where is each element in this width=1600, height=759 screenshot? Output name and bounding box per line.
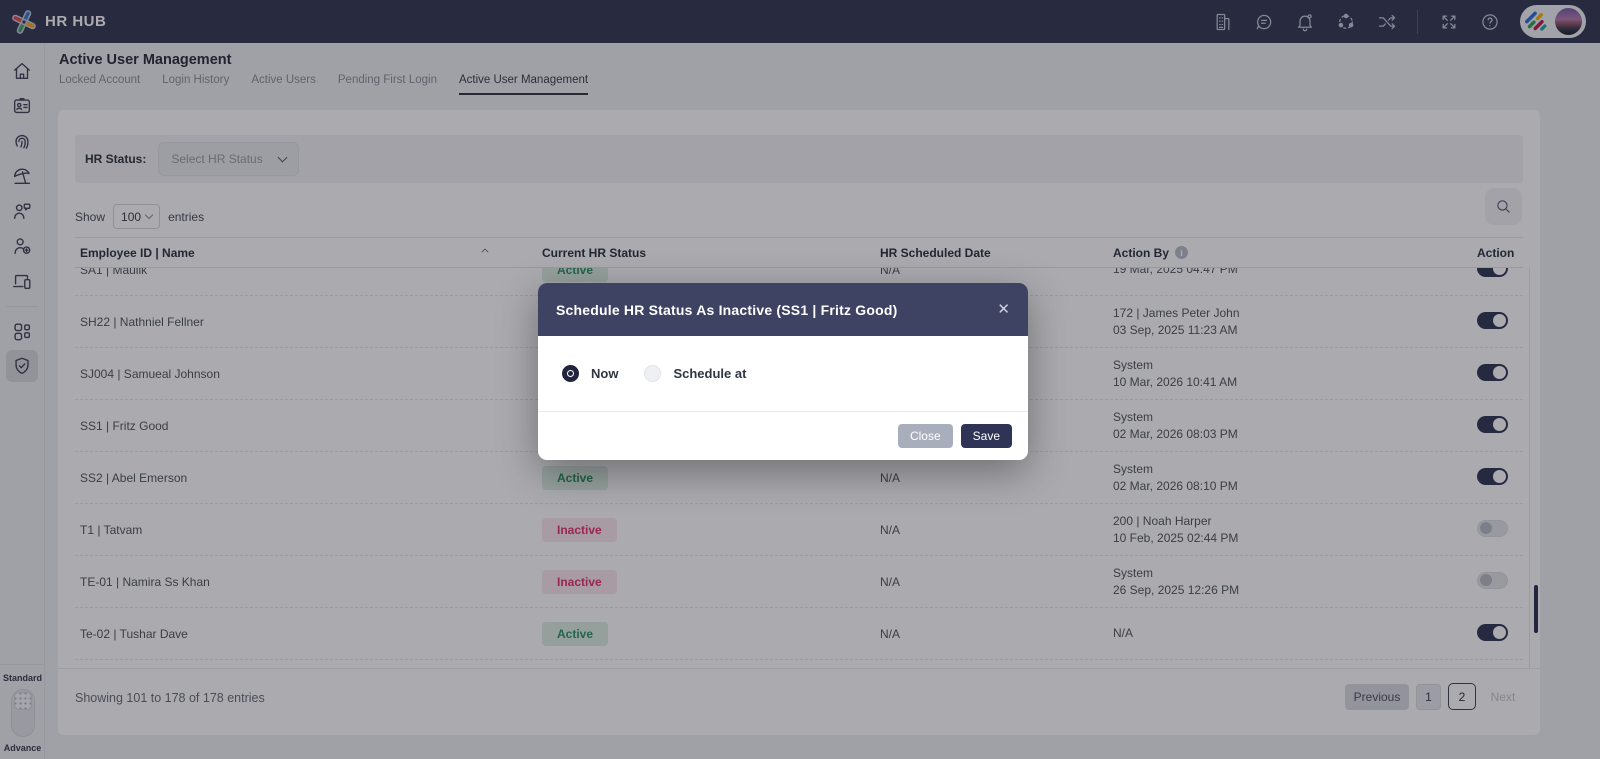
radio-unselected-icon[interactable] bbox=[644, 365, 662, 382]
radio-now-label: Now bbox=[591, 366, 619, 381]
radio-selected-icon[interactable] bbox=[562, 365, 579, 382]
radio-option-now[interactable]: Now bbox=[562, 365, 618, 382]
modal-title: Schedule HR Status As Inactive (SS1 | Fr… bbox=[556, 301, 898, 318]
close-button[interactable]: Close bbox=[897, 424, 953, 448]
close-icon[interactable]: ✕ bbox=[997, 302, 1010, 317]
save-button[interactable]: Save bbox=[960, 424, 1012, 448]
modal-footer: Close Save bbox=[538, 411, 1028, 460]
radio-option-schedule-at[interactable]: Schedule at bbox=[644, 365, 746, 382]
schedule-hr-status-modal: Schedule HR Status As Inactive (SS1 | Fr… bbox=[538, 283, 1028, 460]
modal-body: Now Schedule at bbox=[538, 336, 1028, 411]
modal-header: Schedule HR Status As Inactive (SS1 | Fr… bbox=[538, 283, 1028, 336]
radio-schedule-at-label: Schedule at bbox=[673, 366, 747, 381]
